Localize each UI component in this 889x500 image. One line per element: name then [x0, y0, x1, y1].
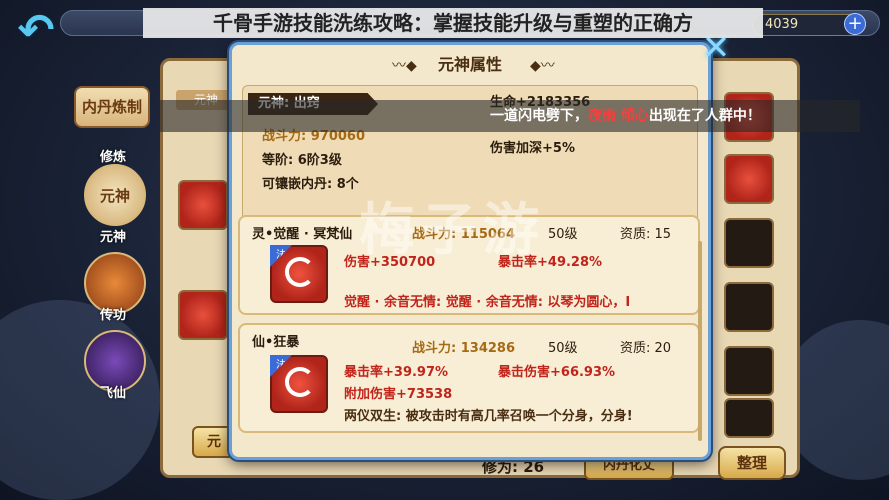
subtitle-player-name: 夜雨 傾心 [588, 108, 649, 124]
nav-yuanshen-button[interactable]: 元神 [84, 164, 146, 226]
skill-stat: 暴击伤害+66.93% [498, 365, 616, 380]
back-arrow-icon[interactable]: ↶ [4, 2, 68, 58]
tab-neidan-refine[interactable]: 内丹炼制 [74, 86, 150, 128]
modal-title: 元神属性 [437, 55, 502, 74]
neidan-slot[interactable] [178, 290, 228, 340]
subtitle-prefix: 一道闪电劈下， [490, 108, 588, 124]
title-ornament-right-icon: ◆〰 [530, 58, 555, 74]
nav-label-xiulian[interactable]: 修炼 [100, 146, 126, 165]
damage-bonus: 伤害加深+5% [490, 141, 575, 156]
skill-effect: 两仪双生: 被攻击时有高几率召唤一个分身，分身! [344, 409, 633, 424]
nav-label-chuangong[interactable]: 传功 [100, 304, 126, 323]
skill-level: 50级 [548, 341, 578, 356]
broadcast-subtitle: 一道闪电劈下，夜雨 傾心出现在了人群中！ [160, 100, 860, 132]
skill-icon[interactable]: 法 [270, 355, 328, 413]
article-headline: 千骨手游技能洗练攻略：掌握技能升级与重塑的正确方 [143, 8, 763, 38]
swirl-icon [285, 367, 315, 397]
nav-yuanshen-text: 元神 [99, 186, 130, 205]
skill-quality: 资质: 20 [620, 341, 672, 356]
skill-name: 仙•狂暴 [252, 335, 300, 350]
nav-label-yuanshen[interactable]: 元神 [100, 226, 126, 245]
add-gold-button[interactable]: + [844, 13, 866, 35]
skill-effect: 觉醒 · 余音无情: 觉醒 · 余音无情: 以琴为圆心，I [344, 295, 631, 310]
background-cloud [0, 300, 160, 500]
modal-scrollbar[interactable] [698, 241, 702, 441]
neidan-slot-empty[interactable] [724, 398, 774, 438]
neidan-slot[interactable] [724, 154, 774, 204]
skill-stat: 附加伤害+73538 [344, 387, 453, 402]
subtitle-suffix: 出现在了人群中！ [648, 108, 761, 124]
rank-value: 等阶: 6阶3级 [262, 153, 342, 168]
watermark: 梅子游 [359, 198, 545, 263]
neidan-slot-empty[interactable] [724, 218, 774, 268]
neidan-slot[interactable] [178, 180, 228, 230]
skill-card[interactable]: 仙•狂暴 战斗力: 134286 50级 资质: 20 法 暴击率+39.97%… [238, 323, 700, 433]
nav-label-feixian[interactable]: 飞仙 [100, 382, 126, 401]
skill-stat: 暴击率+39.97% [344, 365, 449, 380]
neidan-slot-empty[interactable] [724, 346, 774, 396]
organize-button[interactable]: 整理 [718, 446, 786, 480]
neidan-slot-empty[interactable] [724, 282, 774, 332]
skill-power: 战斗力: 134286 [412, 341, 515, 356]
